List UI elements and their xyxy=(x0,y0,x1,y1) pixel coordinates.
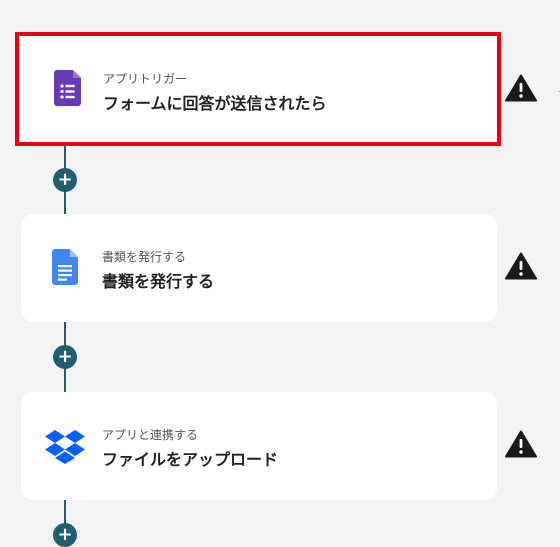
step-app-label: アプリトリガー xyxy=(103,72,188,86)
step-card-issue-document[interactable]: 書類を発行する 書類を発行する xyxy=(21,214,497,322)
step-app-label: 書類を発行する xyxy=(102,250,187,264)
dropbox-icon xyxy=(45,430,85,464)
google-docs-icon xyxy=(52,249,84,285)
add-step-button[interactable]: + xyxy=(53,523,77,547)
step-app-label: アプリと連携する xyxy=(102,428,199,442)
add-step-button[interactable]: + xyxy=(53,345,77,369)
step-title: フォームに回答が送信されたら xyxy=(103,94,327,113)
google-forms-icon xyxy=(52,70,84,106)
warning-icon[interactable] xyxy=(505,74,537,102)
warning-icon[interactable] xyxy=(505,430,537,458)
warning-icon[interactable] xyxy=(505,252,537,280)
step-title: ファイルをアップロード xyxy=(102,450,279,469)
step-title: 書類を発行する xyxy=(102,272,215,291)
add-step-button[interactable]: + xyxy=(53,168,77,192)
step-card-form-trigger[interactable]: アプリトリガー フォームに回答が送信されたら xyxy=(15,32,501,146)
step-card-dropbox-upload[interactable]: アプリと連携する ファイルをアップロード xyxy=(21,392,497,500)
partial-icon xyxy=(553,84,560,92)
